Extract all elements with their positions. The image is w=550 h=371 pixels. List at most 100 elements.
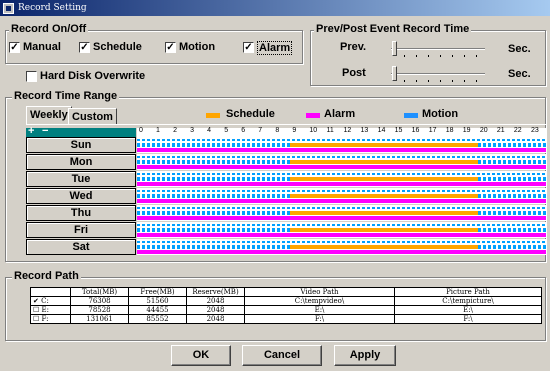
schedule-bar (290, 194, 478, 198)
hour-label: 17 (428, 127, 437, 134)
hour-label: 1 (156, 127, 160, 134)
header-free: Free(MB) (128, 287, 187, 297)
schedule-label: Schedule (93, 41, 142, 53)
video-path-cell: F:\ (244, 314, 395, 324)
drive-cell[interactable]: ☐ E: (30, 305, 71, 315)
motion-legend-label: Motion (422, 108, 459, 120)
drive-cell[interactable]: ☐ F: (30, 314, 71, 324)
alarm-bar (137, 148, 546, 152)
drive-cell[interactable]: ✔ C: (30, 296, 71, 306)
manual-label: Manual (23, 41, 61, 53)
table-header-row: Total(MB) Free(MB) Reserve(MB) Video Pat… (30, 287, 542, 297)
day-label-sun[interactable]: Sun (26, 137, 136, 153)
alarm-bar (137, 250, 546, 254)
motion-bar-right (477, 228, 546, 232)
hour-label: 12 (343, 127, 352, 134)
tab-weekly[interactable]: Weekly (26, 106, 72, 124)
schedule-row-sun[interactable] (137, 137, 546, 153)
apply-button[interactable]: Apply (334, 345, 396, 366)
tick (464, 55, 465, 57)
hour-label: 20 (479, 127, 488, 134)
record-path-table: Total(MB) Free(MB) Reserve(MB) Video Pat… (30, 287, 542, 324)
header-total: Total(MB) (70, 287, 129, 297)
table-row[interactable]: ☐ E: 78528 44455 2048 E:\ E:\ (30, 305, 542, 315)
day-label-thu[interactable]: Thu (26, 205, 136, 221)
header-picture-path: Picture Path (394, 287, 542, 297)
schedule-row-fri[interactable] (137, 222, 546, 238)
post-slider-thumb[interactable] (392, 66, 397, 81)
tick (476, 55, 477, 57)
hour-label: 0 (139, 127, 143, 134)
zoom-in-icon[interactable]: + (28, 125, 34, 137)
hour-label: 5 (224, 127, 229, 134)
schedule-legend-swatch (206, 113, 220, 118)
hard-disk-overwrite-label: Hard Disk Overwrite (40, 70, 146, 82)
day-label-wed[interactable]: Wed (26, 188, 136, 204)
alarm-bar (137, 216, 546, 220)
post-slider-track[interactable] (391, 73, 485, 75)
alarm-checkbox[interactable]: ✓ (243, 42, 254, 53)
day-label-mon[interactable]: Mon (26, 154, 136, 170)
schedule-grid[interactable]: Sun Mon Tue Wed Thu Fri Sat (26, 137, 546, 257)
schedule-row-wed[interactable] (137, 188, 546, 204)
table-row[interactable]: ☐ F: 131061 85552 2048 F:\ F:\ (30, 314, 542, 324)
prev-label: Prev. (340, 41, 367, 53)
motion-bar-right (477, 194, 546, 198)
motion-bar-right (477, 177, 546, 181)
tab-custom[interactable]: Custom (68, 108, 117, 124)
day-label-sat[interactable]: Sat (26, 239, 136, 255)
alarm-bar (137, 199, 546, 203)
schedule-row-tue[interactable] (137, 171, 546, 187)
ok-button[interactable]: OK (171, 345, 231, 366)
motion-checkbox[interactable]: ✓ (165, 42, 176, 53)
day-label-fri[interactable]: Fri (26, 222, 136, 238)
title-bar[interactable]: Record Setting (0, 0, 550, 16)
tick (416, 55, 417, 57)
prev-slider-track[interactable] (391, 48, 485, 50)
reserve-cell: 2048 (186, 296, 245, 306)
motion-bar-left (137, 245, 291, 249)
header-reserve: Reserve(MB) (186, 287, 245, 297)
motion-bar (137, 173, 546, 175)
tick (428, 80, 429, 82)
zoom-out-icon[interactable]: − (42, 125, 48, 137)
tick (452, 80, 453, 82)
tick (404, 80, 405, 82)
header-video-path: Video Path (244, 287, 395, 297)
motion-bar-right (477, 245, 546, 249)
alarm-label: Alarm (257, 41, 293, 55)
day-label-tue[interactable]: Tue (26, 171, 136, 187)
manual-checkbox[interactable]: ✓ (9, 42, 20, 53)
motion-bar (137, 139, 546, 141)
prepost-label: Prev/Post Event Record Time (314, 23, 472, 35)
post-label: Post (342, 67, 366, 79)
hour-label: 16 (411, 127, 420, 134)
table-row[interactable]: ✔ C: 76308 51560 2048 C:\tempvideo\ C:\tempic… (30, 296, 542, 306)
hour-label: 21 (496, 127, 505, 134)
motion-bar-left (137, 143, 291, 147)
hour-label: 3 (190, 127, 195, 134)
schedule-legend-label: Schedule (226, 108, 275, 120)
total-cell: 131061 (70, 314, 129, 324)
hard-disk-overwrite-checkbox[interactable] (26, 71, 37, 82)
schedule-bar (290, 143, 478, 147)
schedule-checkbox[interactable]: ✓ (79, 42, 90, 53)
motion-bar-right (477, 211, 546, 215)
time-range-label: Record Time Range (12, 90, 120, 102)
schedule-row-thu[interactable] (137, 205, 546, 221)
hour-label: 23 (530, 127, 539, 134)
hour-label: 13 (360, 127, 369, 134)
hour-label: 11 (326, 127, 334, 134)
motion-bar-left (137, 194, 291, 198)
motion-bar-left (137, 177, 291, 181)
schedule-row-sat[interactable] (137, 239, 546, 255)
motion-bar-right (477, 143, 546, 147)
hour-label: 10 (309, 127, 318, 134)
record-path-label: Record Path (12, 270, 81, 282)
hour-label: 6 (241, 127, 246, 134)
motion-bar-left (137, 228, 291, 232)
prev-slider-thumb[interactable] (392, 41, 397, 56)
cancel-button[interactable]: Cancel (242, 345, 322, 366)
hour-label: 15 (394, 127, 403, 134)
schedule-row-mon[interactable] (137, 154, 546, 170)
